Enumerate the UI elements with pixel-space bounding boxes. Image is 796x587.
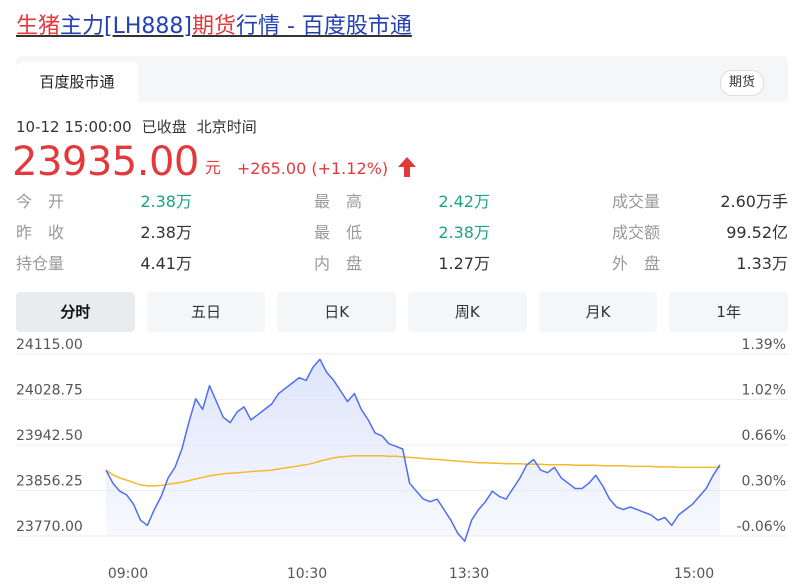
y-tick-label-left: 24028.75 [16,383,83,399]
y-tick-label-right: -0.06% [736,519,786,535]
price-unit: 元 [204,158,221,177]
stat-value: 4.41万 [140,254,192,273]
stat-value: 2.38万 [140,192,192,211]
period-tabs: 分时 五日 日K 周K 月K 1年 [16,292,789,332]
x-tick-label: 13:30 [449,566,489,582]
market-state: 已收盘 [141,118,187,136]
period-tab[interactable]: 周K [408,292,527,332]
intraday-chart[interactable]: 24115.00 24028.75 23942.50 23856.25 23770.00… [0,336,796,587]
title-part-product[interactable]: 生猪 [16,14,60,39]
y-tick-label-right: 0.66% [742,428,786,444]
y-tick-label-left: 24115.00 [16,337,83,353]
stat-value: 2.38万 [438,223,490,242]
x-tick-label: 10:30 [287,566,327,582]
stat-label: 最 低 [314,223,363,242]
source-card: 百度股市通 期货 [16,56,788,102]
y-tick-label-right: 0.30% [742,474,786,490]
quote-datetime: 10-12 15:00:00 [16,118,132,136]
quote-status: 10-12 15:00:00 已收盘 北京时间 [16,116,267,137]
y-tick-label-left: 23942.50 [16,428,83,444]
timezone-label: 北京时间 [196,118,257,136]
title-part-site[interactable]: 行情 - 百度股市通 [236,14,412,39]
price-change: +265.00 (+1.12%) [236,159,389,178]
stat-label: 成交量 [612,192,661,211]
stat-value: 1.33万 [736,254,788,273]
current-price: 23935.00 [12,139,199,185]
period-tab[interactable]: 分时 [16,292,135,332]
y-tick-label-right: 1.39% [742,337,786,353]
stat-label: 昨 收 [16,223,65,242]
price-line: 23935.00 元 +265.00 (+1.12%) [12,138,417,186]
title-part-contract[interactable]: 主力[LH888] [60,14,192,39]
x-tick-label: 15:00 [674,566,714,582]
y-tick-label-left: 23856.25 [16,474,83,490]
stat-value: 2.38万 [140,223,192,242]
stat-label: 成交额 [612,223,661,242]
stat-value: 1.27万 [438,254,490,273]
stat-label: 今 开 [16,192,65,211]
stat-value: 2.60万手 [720,192,788,211]
stat-label: 持仓量 [16,254,65,273]
arrow-up-icon [398,157,417,177]
stat-value: 2.42万 [438,192,490,211]
stats-grid: 今 开 2.38万最 高 2.42万 成交量 2.60万手昨 收 2.38万最 低 2.38… [16,188,792,280]
stat-label: 最 高 [314,192,363,211]
page-title[interactable]: 生猪主力[LH888]期货行情 - 百度股市通 [16,12,412,42]
period-tab[interactable]: 五日 [146,292,266,332]
period-tab[interactable]: 1年 [669,292,789,332]
period-tab[interactable]: 日K [277,292,397,332]
title-part-category[interactable]: 期货 [192,14,236,39]
price-area [106,359,720,542]
stat-label: 外 盘 [612,254,661,273]
stat-label: 内 盘 [314,254,363,273]
x-tick-label: 09:00 [108,566,148,582]
y-tick-label-left: 23770.00 [16,519,83,535]
y-tick-label-right: 1.02% [742,383,786,399]
source-tab[interactable]: 百度股市通 [16,62,138,102]
period-tab[interactable]: 月K [538,292,658,332]
stat-value: 99.52亿 [726,223,788,242]
category-badge[interactable]: 期货 [719,70,764,96]
